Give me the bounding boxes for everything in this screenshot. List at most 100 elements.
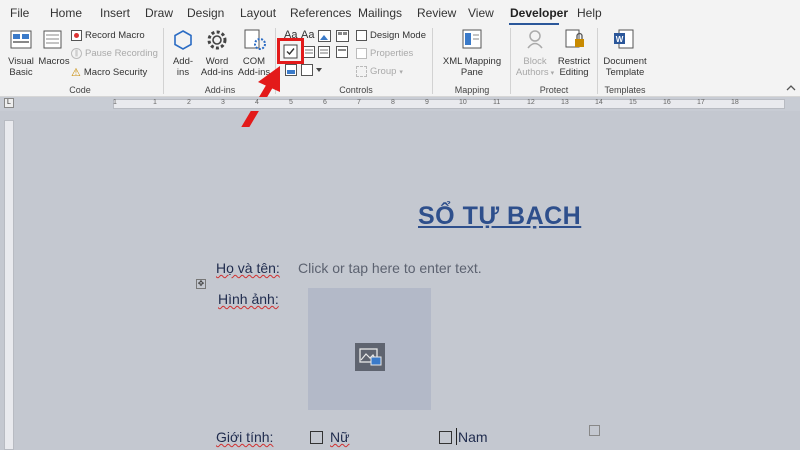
- chevron-down-icon: ▾: [399, 68, 403, 76]
- protect-group-label: Protect: [539, 85, 569, 95]
- restrict-editing-label: Restrict Editing: [557, 56, 591, 78]
- design-mode-icon: [356, 30, 367, 41]
- ruler-number: 18: [731, 99, 739, 106]
- design-mode-label: Design Mode: [370, 30, 426, 41]
- tab-insert[interactable]: Insert: [100, 6, 130, 20]
- ruler-number: 1: [113, 99, 117, 106]
- record-macro-button[interactable]: Record Macro: [71, 30, 145, 41]
- tab-view[interactable]: View: [468, 6, 494, 20]
- tab-references[interactable]: References: [290, 6, 351, 20]
- collapse-ribbon-icon[interactable]: [786, 84, 796, 92]
- ruler-number: 16: [663, 99, 671, 106]
- gear-icon: [207, 30, 227, 50]
- ruler-number: 17: [697, 99, 705, 106]
- properties-label: Properties: [370, 48, 414, 59]
- restrict-editing-icon: [565, 29, 584, 48]
- visual-basic-icon: [10, 30, 32, 49]
- document-page[interactable]: [113, 127, 785, 450]
- ruler-number: 2: [187, 99, 191, 106]
- ruler-number: 10: [459, 99, 467, 106]
- templates-group-label: Templates: [604, 85, 646, 95]
- vertical-ruler[interactable]: [4, 120, 14, 450]
- legacy-tools-icon[interactable]: [301, 64, 323, 76]
- block-authors-label: Block Authors ▾: [515, 56, 555, 78]
- female-label: Nữ: [330, 429, 350, 445]
- block-authors-icon: [527, 30, 543, 49]
- group-icon: [356, 66, 367, 77]
- ruler-number: 3: [221, 99, 225, 106]
- warning-icon: ⚠: [71, 67, 81, 79]
- image-label: Hình ảnh:: [218, 291, 279, 307]
- separator: [597, 28, 598, 94]
- tab-review[interactable]: Review: [417, 6, 456, 20]
- document-title: SỔ TỰ BẠCH: [418, 202, 582, 230]
- checkbox-control-highlight: [277, 38, 304, 64]
- record-macro-icon: [71, 30, 82, 41]
- ruler-number: 11: [493, 99, 501, 106]
- cell-end-marker: [589, 425, 600, 436]
- code-group-label: Code: [69, 85, 91, 95]
- group-button[interactable]: Group ▾: [356, 66, 403, 77]
- ruler-number: 9: [425, 99, 429, 106]
- com-add-ins-icon: [244, 29, 266, 50]
- tab-selector-icon[interactable]: L: [4, 98, 14, 108]
- tab-design[interactable]: Design: [187, 6, 224, 20]
- pause-icon: ∥: [71, 48, 82, 59]
- add-ins-label: Add-ins: [172, 56, 194, 78]
- date-picker-icon[interactable]: [336, 46, 348, 58]
- ruler-number: 6: [323, 99, 327, 106]
- separator: [163, 28, 164, 94]
- tab-mailings[interactable]: Mailings: [358, 6, 402, 20]
- combo-box-icon[interactable]: [303, 46, 315, 58]
- picture-control-icon[interactable]: [318, 30, 331, 42]
- male-label: Nam: [458, 429, 488, 445]
- chevron-down-icon: ▾: [548, 70, 555, 77]
- male-checkbox[interactable]: [439, 431, 452, 444]
- separator: [510, 28, 511, 94]
- tab-home[interactable]: Home: [50, 6, 82, 20]
- macro-security-button[interactable]: ⚠ Macro Security: [71, 66, 147, 79]
- ruler-numbers: 1 1 2 3 4 5 6 7 8 9 10 11 12 13 14 15 16 17 18: [113, 98, 785, 110]
- ruler-number: 7: [357, 99, 361, 106]
- mapping-group-label: Mapping: [454, 85, 490, 95]
- ruler-number: 5: [289, 99, 293, 106]
- table-move-handle-icon[interactable]: ✥: [196, 279, 206, 289]
- properties-icon: [356, 48, 367, 59]
- pause-recording-button[interactable]: ∥ Pause Recording: [71, 48, 158, 59]
- ruler-number: 1: [153, 99, 157, 106]
- xml-mapping-label: XML Mapping Pane: [442, 56, 502, 78]
- text-cursor: [456, 428, 457, 445]
- visual-basic-label: Visual Basic: [8, 56, 34, 78]
- macros-label: Macros: [38, 56, 70, 67]
- design-mode-button[interactable]: Design Mode: [356, 30, 426, 41]
- building-block-icon[interactable]: [336, 30, 349, 42]
- picture-placeholder-icon[interactable]: [355, 343, 385, 371]
- ruler-number: 13: [561, 99, 569, 106]
- tab-draw[interactable]: Draw: [145, 6, 173, 20]
- group-label: Group: [370, 66, 397, 77]
- dropdown-list-icon[interactable]: [318, 46, 330, 58]
- tab-developer[interactable]: Developer: [510, 6, 568, 20]
- tab-help[interactable]: Help: [577, 6, 602, 20]
- female-checkbox[interactable]: [310, 431, 323, 444]
- macro-security-label: Macro Security: [83, 67, 148, 78]
- ruler-number: 14: [595, 99, 603, 106]
- tab-layout[interactable]: Layout: [240, 6, 276, 20]
- record-macro-label: Record Macro: [85, 30, 145, 41]
- document-template-label: Document Template: [603, 56, 647, 78]
- ribbon-tabs: File Home Insert Draw Design Layout Refe…: [0, 0, 800, 25]
- ruler-number: 8: [391, 99, 395, 106]
- properties-button[interactable]: Properties: [356, 48, 413, 59]
- tab-file[interactable]: File: [10, 6, 29, 20]
- pause-recording-label: Pause Recording: [85, 48, 158, 59]
- ruler-number: 4: [255, 99, 259, 106]
- controls-group-label: Controls: [339, 85, 373, 95]
- gender-label: Giới tính:: [216, 429, 274, 445]
- macros-icon: [43, 30, 62, 49]
- hexagon-icon: [174, 30, 192, 50]
- name-label: Họ và tên:: [216, 260, 280, 276]
- xml-mapping-icon: [462, 29, 482, 49]
- separator: [432, 28, 433, 94]
- name-text-field[interactable]: Click or tap here to enter text.: [298, 260, 482, 276]
- word-document-icon: W: [614, 29, 634, 49]
